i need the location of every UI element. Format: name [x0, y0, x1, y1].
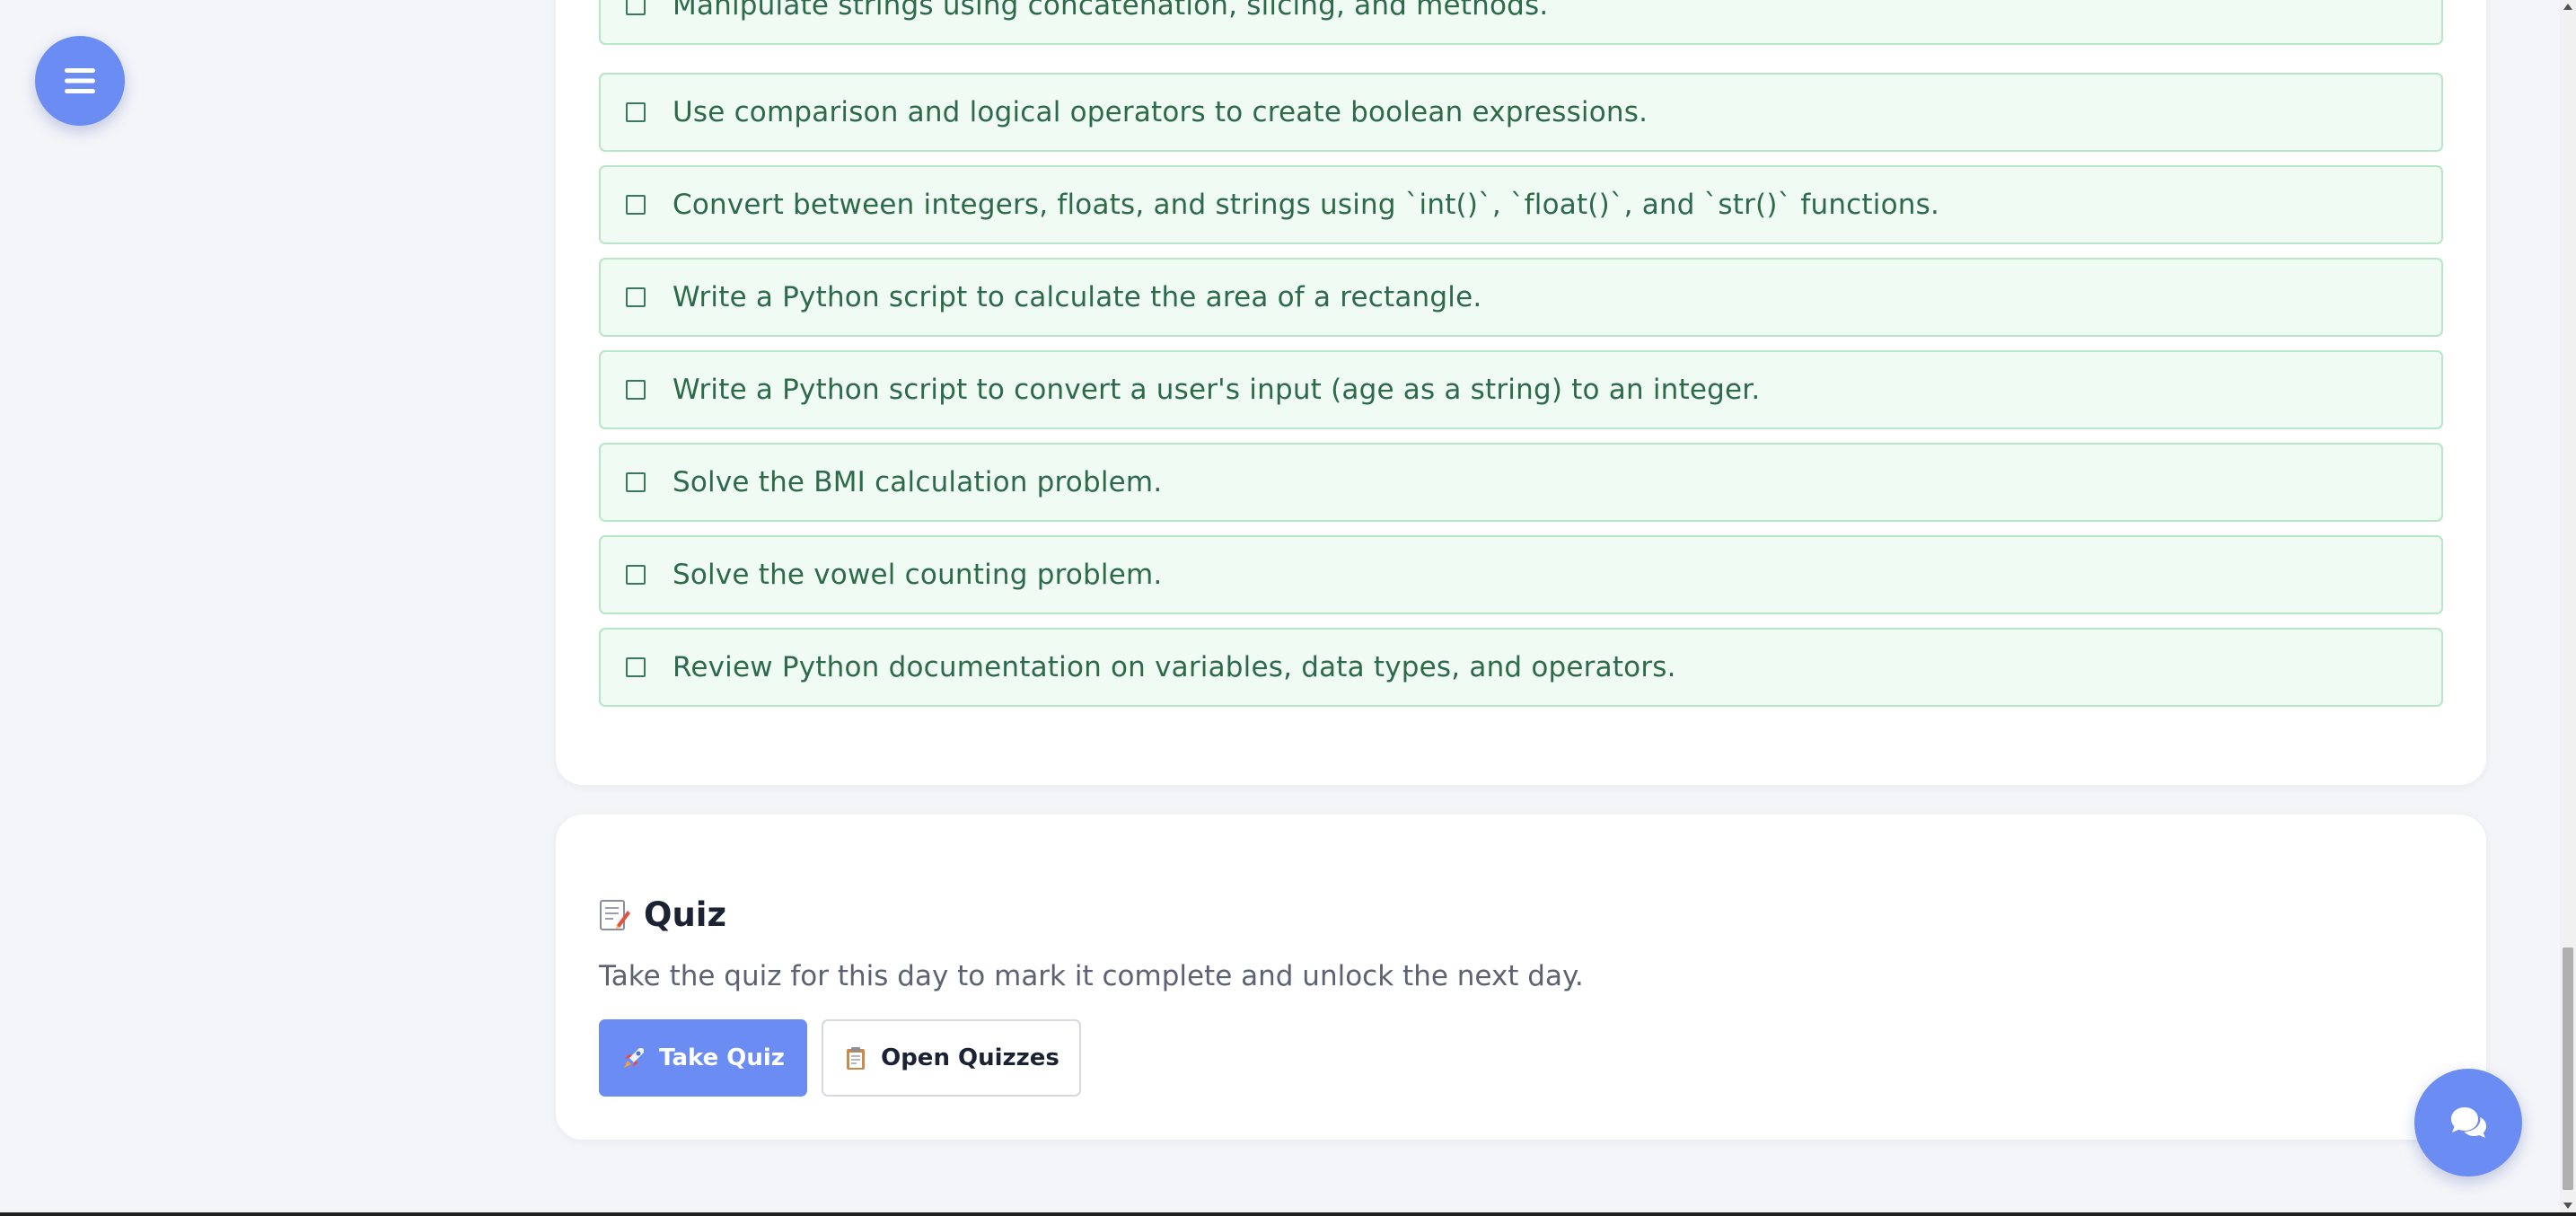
take-quiz-label: Take Quiz [659, 1044, 785, 1071]
hamburger-icon [65, 68, 95, 93]
quiz-description: Take the quiz for this day to mark it co… [599, 960, 1584, 992]
menu-button[interactable] [35, 36, 125, 126]
open-quizzes-label: Open Quizzes [881, 1044, 1059, 1071]
memo-icon [600, 899, 630, 930]
clipboard-icon [847, 1047, 866, 1070]
checkbox-icon[interactable] [626, 102, 646, 122]
scroll-up-icon[interactable] [2563, 4, 2572, 10]
checklist-item-label: Write a Python script to calculate the a… [673, 281, 1482, 313]
checklist-item[interactable]: Solve the vowel counting problem. [599, 535, 2443, 614]
checklist-item[interactable]: Write a Python script to calculate the a… [599, 258, 2443, 337]
checkbox-icon[interactable] [626, 472, 646, 492]
checklist-item[interactable]: Manipulate strings using concatenation, … [599, 0, 2443, 45]
bottom-edge [0, 1212, 2576, 1216]
checkbox-icon[interactable] [626, 195, 646, 215]
checklist-item-label: Review Python documentation on variables… [673, 651, 1676, 683]
scrollbar-thumb[interactable] [2563, 947, 2573, 1190]
take-quiz-button[interactable]: Take Quiz [599, 1019, 807, 1097]
checklist-item[interactable]: Solve the BMI calculation problem. [599, 443, 2443, 522]
chat-button[interactable] [2414, 1069, 2522, 1176]
checkbox-icon[interactable] [626, 380, 646, 400]
checklist-item-label: Use comparison and logical operators to … [673, 96, 1648, 128]
checklist-item[interactable]: Write a Python script to convert a user'… [599, 350, 2443, 429]
chat-bubbles-icon [2451, 1107, 2486, 1138]
checklist-item-label: Solve the BMI calculation problem. [673, 466, 1163, 498]
checkbox-icon[interactable] [626, 657, 646, 677]
checklist-item-label: Write a Python script to convert a user'… [673, 374, 1761, 406]
checkbox-icon[interactable] [626, 565, 646, 585]
vertical-scrollbar[interactable] [2560, 0, 2576, 1212]
checklist-item-label: Solve the vowel counting problem. [673, 559, 1163, 591]
checkbox-icon[interactable] [626, 287, 646, 307]
checklist-item[interactable]: Review Python documentation on variables… [599, 628, 2443, 707]
checklist-item[interactable]: Use comparison and logical operators to … [599, 73, 2443, 152]
quiz-title: Quiz [644, 895, 727, 934]
checklist-item-label: Convert between integers, floats, and st… [673, 189, 1939, 221]
rocket-icon [624, 1048, 645, 1068]
checklist-item[interactable]: Convert between integers, floats, and st… [599, 165, 2443, 244]
quiz-header: Quiz [599, 895, 726, 934]
open-quizzes-button[interactable]: Open Quizzes [822, 1019, 1081, 1097]
checkbox-icon[interactable] [626, 0, 646, 15]
scroll-down-icon[interactable] [2563, 1203, 2572, 1209]
checklist-item-label: Manipulate strings using concatenation, … [673, 0, 1549, 22]
task-checklist-card: Manipulate strings using concatenation, … [556, 0, 2486, 785]
quiz-card: Quiz Take the quiz for this day to mark … [556, 815, 2486, 1140]
